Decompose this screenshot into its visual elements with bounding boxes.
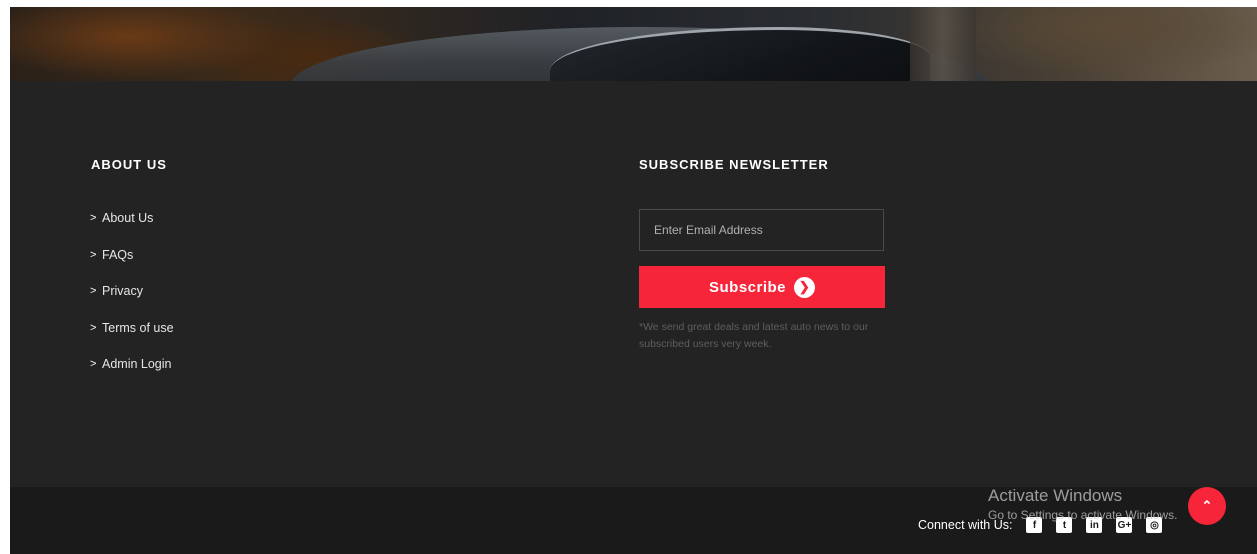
link-privacy[interactable]: > Privacy [90,284,174,321]
link-terms-of-use[interactable]: > Terms of use [90,321,174,358]
twitter-icon[interactable]: t [1056,517,1073,533]
tree-trunk [910,7,976,81]
link-admin-login[interactable]: > Admin Login [90,357,174,394]
link-label: Admin Login [102,357,172,372]
connect-label: Connect with Us: [918,518,1013,532]
link-label: FAQs [102,247,134,262]
chevron-right-icon: > [90,358,97,371]
linkedin-icon[interactable]: in [1086,517,1103,533]
about-links-list: > About Us > FAQs > Privacy > Terms of u… [90,211,174,394]
page: ABOUT US > About Us > FAQs > Privacy > T… [0,0,1257,554]
link-label: Privacy [102,284,143,299]
chevron-right-icon: > [90,285,97,298]
link-faqs[interactable]: > FAQs [90,248,174,285]
footer-bottom: Connect with Us: f t in G+ ◎ [10,487,1257,554]
link-label: About Us [102,211,154,225]
google-plus-icon[interactable]: G+ [1116,517,1133,533]
about-us-heading: ABOUT US [91,157,167,172]
footer-top: ABOUT US > About Us > FAQs > Privacy > T… [10,81,1257,487]
chevron-right-icon: > [90,321,97,334]
connect-with-us: Connect with Us: f t in G+ ◎ [918,517,1163,533]
newsletter-heading: SUBSCRIBE NEWSLETTER [639,157,829,172]
back-to-top-button[interactable]: ⌃ [1188,487,1226,525]
arrow-right-circle-icon: ❯ [794,276,816,298]
chevron-up-icon: ⌃ [1201,498,1213,513]
facebook-icon[interactable]: f [1026,517,1043,533]
instagram-icon[interactable]: ◎ [1146,517,1163,533]
link-about-us[interactable]: > About Us [90,211,174,248]
chevron-right-icon: > [90,248,97,261]
subscribe-button[interactable]: Subscribe ❯ [639,266,885,308]
link-label: Terms of use [102,320,174,335]
email-input[interactable] [639,209,884,251]
newsletter-note: *We send great deals and latest auto new… [639,321,869,350]
chevron-right-icon: > [90,212,97,224]
hero-banner-image [10,7,1257,81]
subscribe-label: Subscribe [708,278,787,296]
